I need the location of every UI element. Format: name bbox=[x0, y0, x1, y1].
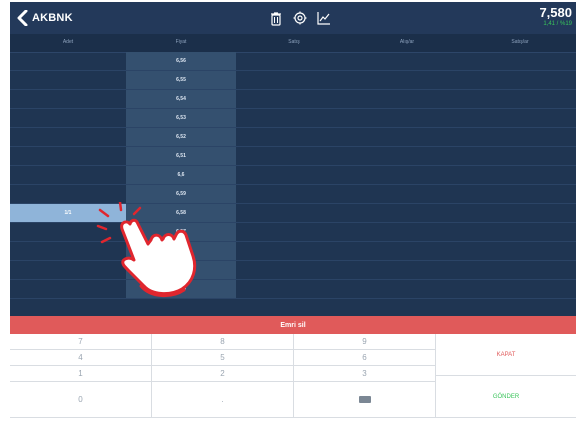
column-header: Adet bbox=[62, 39, 74, 45]
keypad-key-0[interactable]: 0 bbox=[10, 382, 152, 418]
chart-icon[interactable] bbox=[316, 10, 332, 26]
backspace-icon bbox=[358, 396, 371, 403]
table-row: 6,56 bbox=[10, 52, 576, 71]
last-price-box: 7,580 1,41 / %19 bbox=[539, 6, 572, 28]
price-cell[interactable]: 6,55 bbox=[126, 71, 236, 89]
column-headers: Adet Fiyat Satış Alış/ar Satış/ar bbox=[10, 34, 576, 53]
order-book-screen: AKBNK 7,580 1,41 / %19 Adet Fiyat Satış … bbox=[10, 2, 576, 418]
keypad-key-2[interactable]: 2 bbox=[152, 366, 294, 382]
table-row: 6,51 bbox=[10, 147, 576, 166]
price-cell[interactable]: 6,53 bbox=[126, 109, 236, 127]
table-row: 6,54 bbox=[10, 90, 576, 109]
send-button[interactable]: GÖNDER bbox=[436, 376, 576, 418]
table-row: 6,54 bbox=[10, 280, 576, 299]
keypad-key-1[interactable]: 1 bbox=[10, 366, 152, 382]
price-cell[interactable]: 6,52 bbox=[126, 128, 236, 146]
price-cell[interactable]: 6,58 bbox=[126, 204, 236, 222]
trash-icon[interactable] bbox=[268, 10, 284, 26]
close-button[interactable]: KAPAT bbox=[436, 334, 576, 376]
column-header: Fiyat bbox=[175, 39, 187, 45]
stock-symbol: AKBNK bbox=[32, 12, 73, 24]
delete-order-button[interactable]: Emri sil bbox=[10, 316, 576, 334]
table-row: 6,56 bbox=[10, 242, 576, 261]
keypad-key-7[interactable]: 7 bbox=[10, 334, 152, 350]
price-cell[interactable]: 6,54 bbox=[126, 90, 236, 108]
top-bar: AKBNK 7,580 1,41 / %19 bbox=[10, 2, 576, 34]
table-row: 1/1 6,58 bbox=[10, 204, 576, 223]
table-row: 6,55 bbox=[10, 261, 576, 280]
gear-icon[interactable] bbox=[292, 10, 308, 26]
price-change: 1,41 / %19 bbox=[543, 21, 572, 27]
keypad-key-4[interactable]: 4 bbox=[10, 350, 152, 366]
last-price: 7,580 bbox=[539, 5, 572, 20]
table-row: 6,55 bbox=[10, 71, 576, 90]
keypad-key-9[interactable]: 9 bbox=[294, 334, 436, 350]
price-cell[interactable]: 6,57 bbox=[126, 223, 236, 241]
table-row: 6,53 bbox=[10, 109, 576, 128]
chevron-left-icon bbox=[17, 10, 28, 26]
price-cell[interactable]: 6,55 bbox=[126, 261, 236, 279]
keypad-key-6[interactable]: 6 bbox=[294, 350, 436, 366]
price-cell[interactable]: 6,59 bbox=[126, 185, 236, 203]
keypad-key-5[interactable]: 5 bbox=[152, 350, 294, 366]
price-cell[interactable]: 6,56 bbox=[126, 242, 236, 260]
order-book-table: 6,56 6,55 6,54 6,53 6,52 6,51 6,6 6,59 1… bbox=[10, 52, 576, 316]
keypad-key-8[interactable]: 8 bbox=[152, 334, 294, 350]
table-row: 6,6 bbox=[10, 166, 576, 185]
price-cell[interactable]: 6,51 bbox=[126, 147, 236, 165]
toolbar bbox=[268, 10, 332, 26]
column-header: Satış bbox=[288, 39, 300, 45]
column-header: Alış/ar bbox=[399, 39, 415, 45]
keypad-backspace-key[interactable] bbox=[294, 382, 436, 418]
price-cell[interactable]: 6,56 bbox=[126, 52, 236, 70]
keypad-key-decimal[interactable]: . bbox=[152, 382, 294, 418]
back-button[interactable]: AKBNK bbox=[16, 10, 73, 26]
table-row: 6,59 bbox=[10, 185, 576, 204]
price-cell[interactable]: 6,6 bbox=[126, 166, 236, 184]
quantity-cell-selected[interactable]: 1/1 bbox=[10, 204, 126, 222]
numeric-keypad: 7 8 9 4 5 6 1 2 3 0 . KAPAT GÖNDER bbox=[10, 334, 576, 418]
table-row: 6,52 bbox=[10, 128, 576, 147]
price-cell[interactable]: 6,54 bbox=[126, 280, 236, 298]
keypad-key-3[interactable]: 3 bbox=[294, 366, 436, 382]
table-row: 6,57 bbox=[10, 223, 576, 242]
column-header: Satış/ar bbox=[511, 39, 529, 45]
